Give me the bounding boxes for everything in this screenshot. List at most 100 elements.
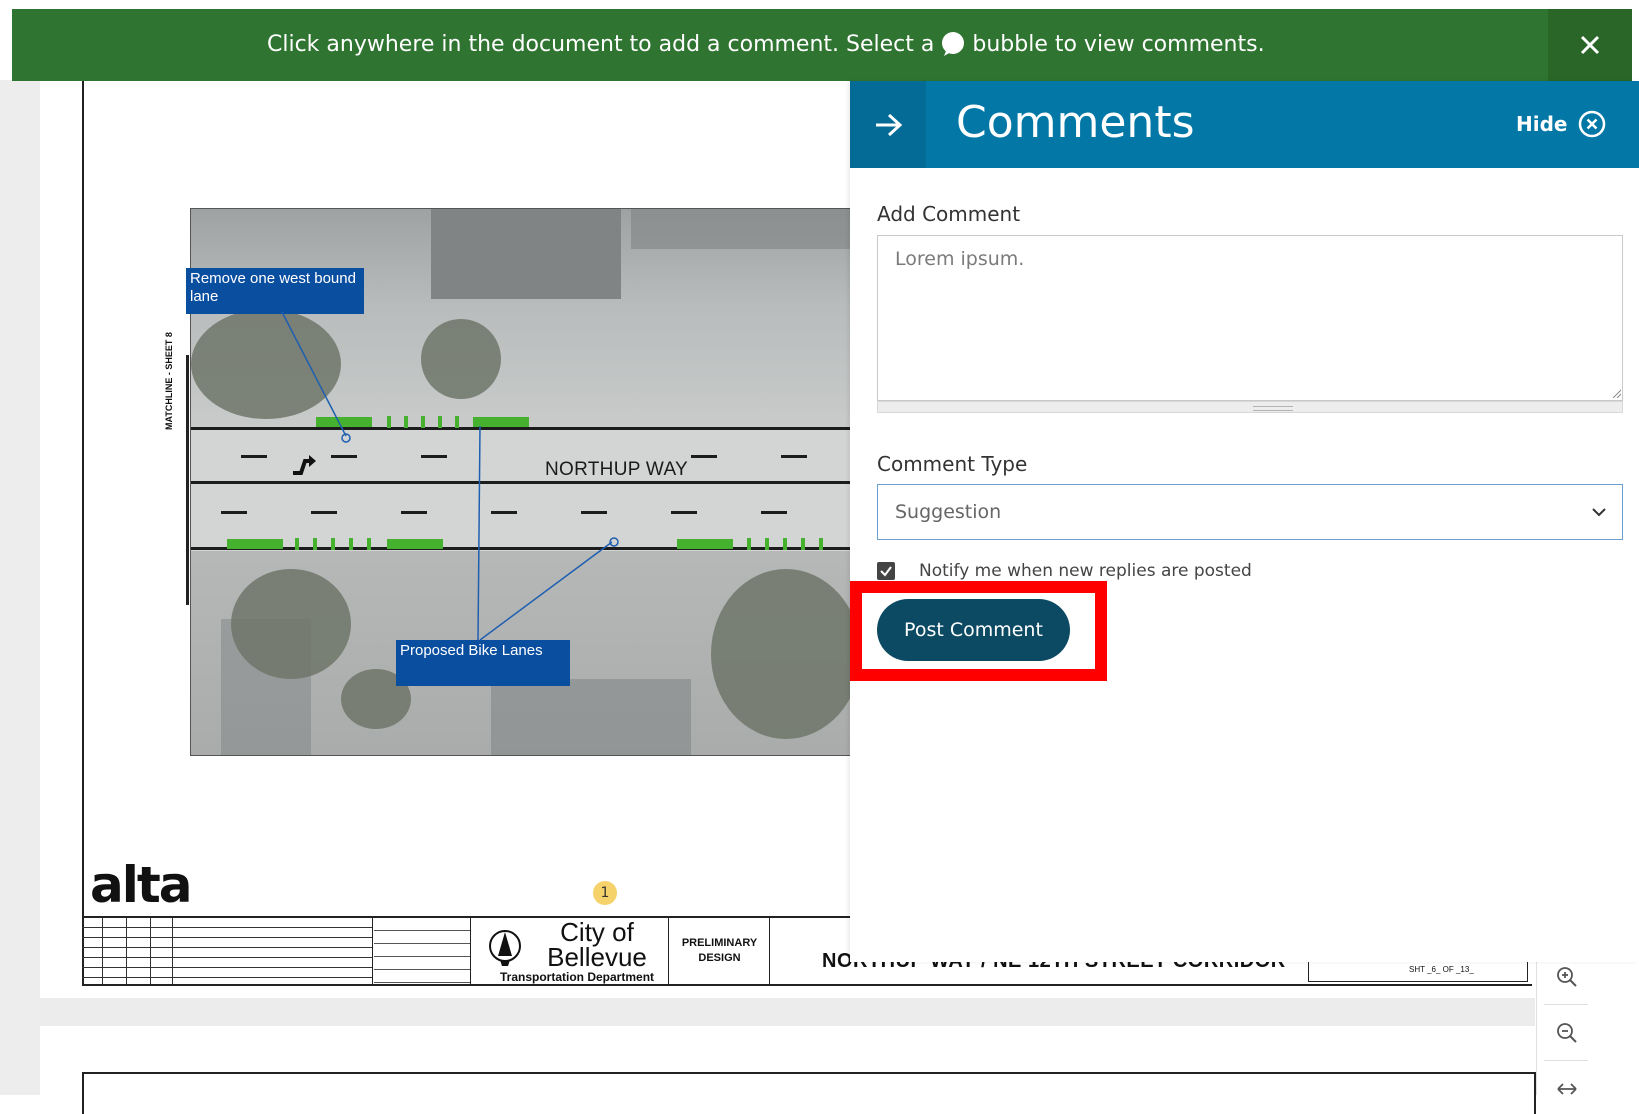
zoom-in-icon bbox=[1557, 967, 1577, 987]
banner-close-button[interactable] bbox=[1548, 9, 1632, 81]
bike-lane-tick bbox=[747, 538, 751, 550]
road-edge-line bbox=[191, 547, 851, 550]
matchline-label: MATCHLINE - SHEET 8 bbox=[164, 332, 174, 430]
alta-logo: alta bbox=[90, 856, 193, 914]
bike-lane-tick bbox=[421, 416, 425, 428]
comment-textarea[interactable] bbox=[877, 235, 1623, 401]
notify-checkbox[interactable] bbox=[877, 562, 895, 580]
lane-dash bbox=[581, 511, 607, 514]
bike-lane-tick bbox=[313, 538, 317, 550]
checkmark-icon bbox=[880, 566, 892, 577]
road-centerline bbox=[191, 481, 851, 484]
lane-dash bbox=[781, 455, 807, 458]
viewer-gutter bbox=[0, 80, 40, 1095]
bike-lane-tick bbox=[367, 538, 371, 550]
zoom-out-icon bbox=[1557, 1023, 1577, 1043]
zoom-out-button[interactable] bbox=[1550, 1016, 1584, 1050]
banner-text-start: Click anywhere in the document to add a … bbox=[267, 31, 935, 57]
comment-bubble-icon bbox=[942, 32, 965, 56]
callout-remove-lane[interactable]: Remove one west bound lane bbox=[186, 268, 364, 314]
callout-bike-lanes[interactable]: Proposed Bike Lanes bbox=[396, 640, 570, 686]
bike-lane-tick bbox=[331, 538, 335, 550]
bike-lane-tick bbox=[387, 416, 391, 428]
lane-dash bbox=[221, 511, 247, 514]
resize-grip bbox=[1253, 406, 1293, 411]
page-2-sheet-border bbox=[82, 1072, 1536, 1114]
bike-lane-marking bbox=[316, 417, 372, 427]
tree-canopy bbox=[421, 319, 501, 399]
comment-type-label: Comment Type bbox=[877, 452, 1028, 476]
banner-message: Click anywhere in the document to add a … bbox=[267, 31, 1265, 57]
lane-dash bbox=[331, 455, 357, 458]
comment-type-value: Suggestion bbox=[895, 501, 1002, 523]
revision-column-line bbox=[172, 918, 173, 984]
zoom-separator bbox=[1544, 1060, 1588, 1061]
hide-label: Hide bbox=[1516, 112, 1568, 136]
zoom-in-button[interactable] bbox=[1550, 960, 1584, 994]
resize-corner-icon[interactable] bbox=[1611, 388, 1621, 398]
bike-lane-tick bbox=[404, 416, 408, 428]
bike-lane-tick bbox=[783, 538, 787, 550]
comments-panel-header: Comments Hide bbox=[850, 81, 1639, 168]
lane-dash bbox=[401, 511, 427, 514]
bike-lane-marking bbox=[387, 539, 443, 549]
hide-panel-button[interactable]: Hide bbox=[1516, 109, 1607, 139]
zoom-separator bbox=[1544, 1004, 1588, 1005]
collapse-panel-button[interactable] bbox=[850, 81, 926, 168]
city-department: Transportation Department bbox=[500, 970, 655, 984]
lane-dash bbox=[421, 455, 447, 458]
road-edge-line bbox=[191, 427, 851, 430]
bike-lane-tick bbox=[765, 538, 769, 550]
bike-lane-tick bbox=[295, 538, 299, 550]
panel-title: Comments bbox=[956, 97, 1195, 148]
page-separator bbox=[40, 998, 1535, 1026]
lane-dash bbox=[311, 511, 337, 514]
bike-lane-marking bbox=[227, 539, 283, 549]
bike-lane-marking bbox=[473, 417, 529, 427]
signature-block bbox=[374, 918, 471, 984]
close-icon bbox=[1580, 35, 1600, 55]
add-comment-label: Add Comment bbox=[877, 202, 1021, 226]
preliminary-design-stamp: PRELIMINARY DESIGN bbox=[670, 918, 770, 984]
banner-text-end: bubble to view comments. bbox=[972, 31, 1265, 57]
lane-dash bbox=[241, 455, 267, 458]
notify-label: Notify me when new replies are posted bbox=[919, 561, 1252, 581]
city-block: City of Bellevue Transportation Departme… bbox=[472, 918, 669, 984]
revision-column-line bbox=[126, 918, 127, 984]
bike-lane-tick bbox=[819, 538, 823, 550]
instruction-banner: Click anywhere in the document to add a … bbox=[12, 9, 1632, 81]
road-surface bbox=[191, 427, 851, 551]
city-seal-icon bbox=[489, 930, 521, 966]
comment-type-select[interactable]: Suggestion bbox=[877, 484, 1623, 540]
street-name-label: NORTHUP WAY bbox=[545, 459, 688, 480]
lane-dash bbox=[761, 511, 787, 514]
revision-column-line bbox=[150, 918, 151, 984]
bike-lane-tick bbox=[801, 538, 805, 550]
close-circle-icon bbox=[1579, 110, 1606, 138]
tree-canopy bbox=[231, 569, 351, 679]
textarea-resize-handle[interactable] bbox=[877, 401, 1623, 413]
building bbox=[431, 209, 621, 299]
lane-dash bbox=[491, 511, 517, 514]
lane-dash bbox=[671, 511, 697, 514]
matchline-bar bbox=[186, 355, 189, 605]
post-comment-button[interactable]: Post Comment bbox=[877, 599, 1070, 661]
fit-width-button[interactable] bbox=[1550, 1072, 1584, 1106]
arrow-right-icon bbox=[876, 113, 903, 136]
building bbox=[631, 209, 851, 249]
chevron-down-icon bbox=[1592, 508, 1606, 517]
turn-arrow-icon bbox=[293, 455, 316, 475]
comment-marker[interactable]: 1 bbox=[593, 881, 617, 905]
notify-option[interactable]: Notify me when new replies are posted bbox=[877, 561, 1252, 581]
revision-column-line bbox=[102, 918, 103, 984]
bike-lane-tick bbox=[438, 416, 442, 428]
tree-canopy bbox=[191, 309, 341, 419]
bike-lane-tick bbox=[455, 416, 459, 428]
bike-lane-tick bbox=[349, 538, 353, 550]
building bbox=[491, 679, 691, 755]
lane-dash bbox=[691, 455, 717, 458]
city-name: City of Bellevue bbox=[547, 917, 647, 972]
tree-canopy bbox=[711, 569, 851, 739]
bike-lane-marking bbox=[677, 539, 733, 549]
comments-panel: Comments Hide Add Comment Comment Type S… bbox=[850, 81, 1639, 962]
